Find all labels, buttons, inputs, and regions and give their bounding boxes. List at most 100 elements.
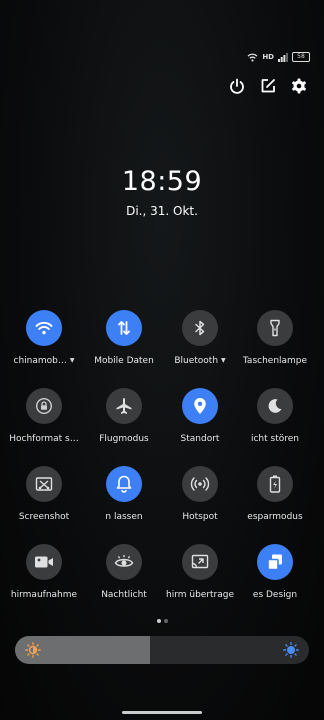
tile-label: Bluetooth ▼ — [162, 355, 238, 367]
quick-tile[interactable]: hirmaufnahme — [6, 544, 82, 601]
tile-label: Screenshot — [6, 511, 82, 523]
tile-label: hirm übertrage — [162, 589, 238, 601]
home-indicator[interactable] — [122, 711, 202, 714]
screen-record-icon — [34, 555, 54, 569]
signal-icon — [278, 52, 288, 62]
quick-tile[interactable]: Mobile Daten — [86, 310, 162, 367]
brightness-low-icon — [25, 642, 41, 658]
tile-toggle[interactable] — [257, 466, 293, 502]
quick-tile[interactable]: chinamob… ▼ — [6, 310, 82, 367]
bell-icon — [116, 475, 132, 493]
page-dot — [164, 619, 168, 623]
moon-icon — [267, 398, 283, 414]
tile-label-text: Hotspot — [182, 512, 218, 522]
edit-button[interactable] — [259, 77, 277, 95]
gear-icon — [292, 78, 306, 94]
quick-tile[interactable]: hirm übertrage — [162, 544, 238, 601]
tile-toggle[interactable] — [182, 388, 218, 424]
quick-tile[interactable]: Hotspot — [162, 466, 238, 523]
battery-saver-icon — [269, 475, 281, 493]
tile-toggle[interactable] — [257, 544, 293, 580]
tile-toggle[interactable] — [257, 388, 293, 424]
tile-label-text: Bluetooth — [174, 356, 219, 366]
tile-toggle[interactable] — [106, 466, 142, 502]
tile-label: Mobile Daten — [86, 355, 162, 367]
tile-label-text: esparmodus — [247, 512, 303, 522]
quick-tile[interactable]: icht stören — [237, 388, 313, 445]
tile-label-text: Taschenlampe — [242, 356, 308, 366]
screenshot-icon — [35, 476, 53, 492]
tile-label: Standort — [162, 433, 238, 445]
bluetooth-icon — [194, 320, 206, 336]
power-icon — [230, 78, 244, 94]
tile-label-text: hirm übertrage — [165, 590, 235, 600]
tile-label-text: Hochformat s… — [9, 434, 79, 444]
tile-toggle[interactable] — [106, 310, 142, 346]
wifi-icon — [35, 321, 53, 335]
rotation-lock-icon — [35, 397, 53, 415]
hotspot-icon — [190, 476, 210, 492]
caret-down-icon[interactable]: ▼ — [221, 357, 226, 364]
eye-icon — [114, 554, 134, 570]
brightness-slider[interactable] — [15, 636, 309, 664]
tile-label-text: icht stören — [250, 434, 299, 444]
power-button[interactable] — [228, 77, 246, 95]
tile-toggle[interactable] — [182, 544, 218, 580]
tile-toggle[interactable] — [182, 310, 218, 346]
quick-tile[interactable]: Taschenlampe — [237, 310, 313, 367]
tile-toggle[interactable] — [26, 310, 62, 346]
clock-time: 18:59 — [121, 166, 203, 197]
battery-indicator: 58 — [292, 52, 310, 62]
quick-tile[interactable]: Flugmodus — [86, 388, 162, 445]
quick-tile[interactable]: es Design — [237, 544, 313, 601]
brightness-high-icon — [283, 642, 299, 658]
tile-toggle[interactable] — [26, 466, 62, 502]
mobile-data-icon — [117, 320, 131, 336]
airplane-icon — [115, 397, 133, 415]
status-bar: HD 58 — [247, 52, 310, 62]
quick-tile[interactable]: Bluetooth ▼ — [162, 310, 238, 367]
tile-label: chinamob… ▼ — [6, 355, 82, 367]
design-icon — [266, 553, 284, 571]
tile-toggle[interactable] — [257, 310, 293, 346]
tile-label-text: chinamob… — [13, 356, 67, 366]
quick-tile[interactable]: Hochformat s… — [6, 388, 82, 445]
tile-toggle[interactable] — [106, 388, 142, 424]
tile-label-text: n lassen — [105, 512, 143, 522]
tile-label: es Design — [237, 589, 313, 601]
tile-label: Hochformat s… — [6, 433, 82, 445]
tile-label-text: Nachtlicht — [101, 590, 147, 600]
cast-icon — [191, 554, 209, 570]
tile-label: Flugmodus — [86, 433, 162, 445]
clock-date: Di., 31. Okt. — [126, 204, 198, 218]
tile-toggle[interactable] — [26, 544, 62, 580]
flashlight-icon — [269, 319, 281, 337]
quick-tile[interactable]: Screenshot — [6, 466, 82, 523]
tile-label: esparmodus — [237, 511, 313, 523]
tile-label-text: Mobile Daten — [94, 356, 154, 366]
settings-button[interactable] — [290, 77, 308, 95]
quick-tile[interactable]: esparmodus — [237, 466, 313, 523]
quick-tile[interactable]: Nachtlicht — [86, 544, 162, 601]
wifi-status-icon — [247, 53, 258, 62]
quick-tile[interactable]: Standort — [162, 388, 238, 445]
tile-label: n lassen — [86, 511, 162, 523]
location-icon — [193, 397, 207, 415]
tile-toggle[interactable] — [182, 466, 218, 502]
tile-label-text: hirmaufnahme — [10, 590, 78, 600]
tile-label: hirmaufnahme — [6, 589, 82, 601]
tile-label-text: Standort — [180, 434, 220, 444]
tile-label: Hotspot — [162, 511, 238, 523]
tile-toggle[interactable] — [106, 544, 142, 580]
tile-label-text: Screenshot — [18, 512, 70, 522]
quick-actions — [228, 77, 308, 95]
tile-label-text: Flugmodus — [99, 434, 149, 444]
page-indicator — [157, 619, 168, 623]
tile-toggle[interactable] — [26, 388, 62, 424]
edit-icon — [261, 79, 275, 93]
tile-label-text: es Design — [252, 590, 298, 600]
quick-tile[interactable]: n lassen — [86, 466, 162, 523]
caret-down-icon[interactable]: ▼ — [70, 357, 75, 364]
tile-label: Nachtlicht — [86, 589, 162, 601]
hd-indicator: HD — [262, 53, 274, 61]
